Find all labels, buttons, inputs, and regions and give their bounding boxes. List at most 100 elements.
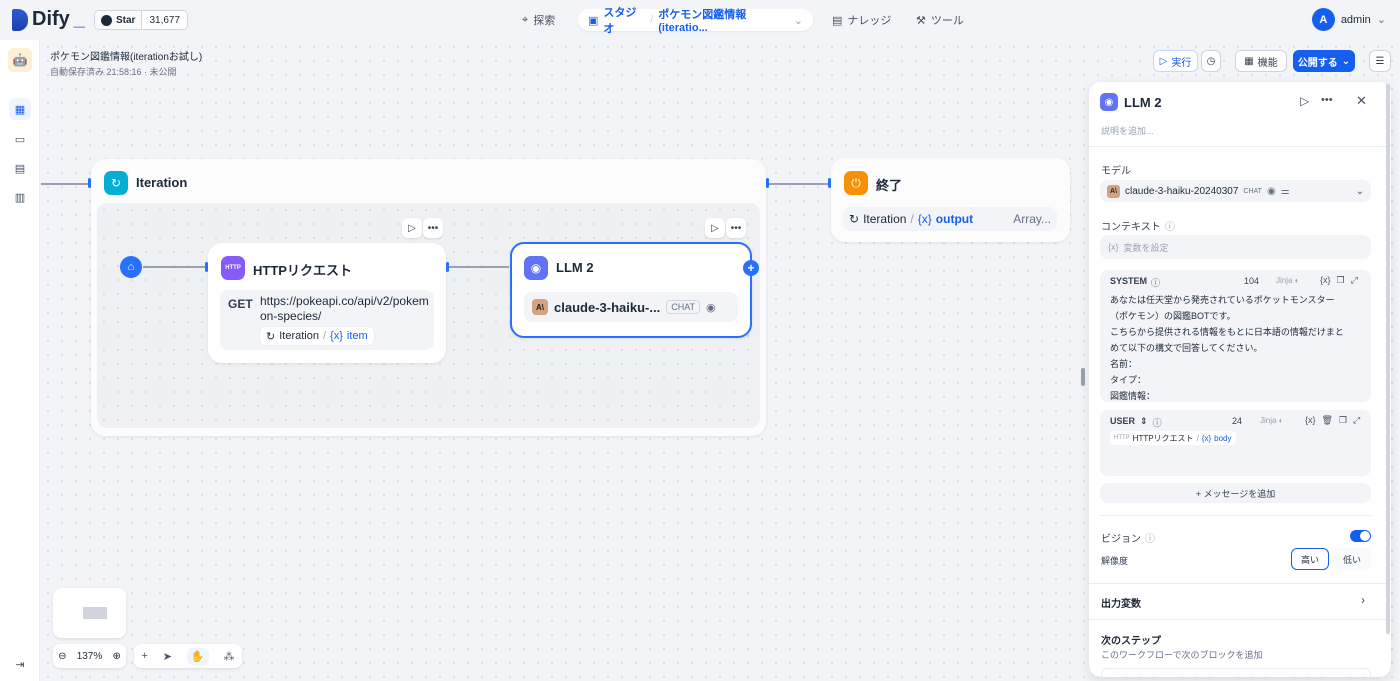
copy-icon[interactable]: ❐ (1337, 275, 1345, 286)
model-name: claude-3-haiku-20240307 (1125, 185, 1239, 197)
features-button[interactable]: ▦ 機能 (1235, 50, 1287, 72)
llm-model-name: claude-3-haiku-... (554, 299, 661, 315)
iteration-icon: ↻ (266, 330, 276, 343)
panel-title[interactable]: LLM 2 (1124, 95, 1162, 110)
user-char-count: 24 (1232, 416, 1243, 426)
minimap[interactable] (53, 588, 126, 638)
nav-studio[interactable]: ▣ スタジオ / ポケモン図鑑情報(iteratio... ⌄ (578, 6, 813, 35)
http-title: HTTPリクエスト (253, 263, 352, 278)
hand-icon[interactable]: ✋ (186, 647, 209, 665)
top-bar: Dify _ Star 31,677 ⌖ 探索 ▣ スタジオ / ポケモン図鑑情報(… (0, 0, 1400, 40)
panel-scrollbar[interactable] (1386, 84, 1390, 634)
nav-tools-label: ツール (930, 15, 964, 27)
run-button[interactable]: ▷ 実行 (1153, 50, 1198, 72)
next-step-description: このワークフローで次のブロックを追加 (1101, 650, 1263, 660)
http-node[interactable]: HTTP HTTPリクエスト GET https://pokeapi.co/ap… (208, 243, 446, 363)
copy-icon[interactable]: ❐ (1339, 415, 1347, 426)
github-star-button[interactable]: Star 31,677 (94, 10, 189, 30)
output-variables-header[interactable]: 出力変数 (1101, 595, 1141, 610)
user-prompt-editor[interactable]: USER ⇕ ⓘ 24 Jinja ◐ {x} 🗑 ❐ ⤢ HTTP HTTPリクエスト … (1100, 410, 1371, 476)
resolution-low-button[interactable]: 低い (1333, 548, 1371, 570)
context-header: コンテキスト ⓘ (1101, 218, 1175, 233)
variable-icon: {x} (1201, 433, 1212, 443)
more-icon: ••• (730, 222, 742, 234)
end-node[interactable]: ⏻ 終了 ↻ Iteration / {x} output Array... (831, 158, 1070, 242)
dify-logo[interactable]: Dify _ (12, 8, 85, 31)
variable-icon: {x} (330, 330, 343, 342)
model-label: モデル (1101, 166, 1131, 177)
publish-label: 公開する (1297, 57, 1338, 69)
vision-toggle[interactable] (1350, 530, 1371, 542)
system-label: SYSTEM (1110, 276, 1148, 286)
iteration-start-icon[interactable]: ⌂ (120, 256, 142, 278)
user-role-select[interactable]: USER (1110, 416, 1135, 429)
run-node-button[interactable]: ▷ (402, 218, 422, 238)
organize-icon[interactable]: ⁂ (224, 650, 235, 663)
variable-icon[interactable]: {x} (1305, 415, 1316, 426)
http-icon: HTTP (1114, 435, 1130, 441)
run-node-button[interactable]: ▷ (705, 218, 725, 238)
nav-explore-label: 探索 (533, 15, 556, 27)
jinja-toggle[interactable]: Jinja ◐ (1276, 276, 1300, 285)
nav-explore[interactable]: ⌖ 探索 (522, 9, 555, 31)
overview-icon[interactable]: ▥ (9, 186, 31, 208)
help-icon[interactable]: ⓘ (1153, 416, 1162, 429)
prompt-line: 図鑑情報： (1110, 391, 1156, 401)
var-type: Array... (1013, 212, 1051, 226)
expand-icon[interactable]: ⤢ (1351, 275, 1358, 286)
chevron-updown-icon[interactable]: ⇕ (1140, 416, 1148, 429)
app-breadcrumb[interactable]: ポケモン図鑑情報(iteratio... (658, 6, 789, 34)
zoom-in-icon[interactable]: ⊕ (112, 651, 120, 662)
node-handle[interactable] (446, 262, 449, 272)
description-input[interactable]: 説明を追加... (1101, 124, 1154, 137)
checklist-button[interactable]: ☰ (1369, 50, 1391, 72)
prompt-line: 名前： (1110, 359, 1138, 369)
expand-icon[interactable]: ⤢ (1353, 415, 1360, 426)
mode-badge: CHAT (666, 300, 701, 314)
zoom-level[interactable]: 137% (77, 651, 103, 662)
prompt-line: （ポケモン）の図鑑BOTです。 (1110, 311, 1236, 321)
add-message-button[interactable]: + メッセージを追加 (1100, 483, 1371, 503)
play-icon[interactable]: ▷ (1300, 94, 1309, 108)
nav-tools[interactable]: ⚒ ツール (916, 9, 964, 31)
jinja-toggle[interactable]: Jinja ◐ (1260, 416, 1284, 425)
add-next-node-icon[interactable]: + (743, 260, 759, 276)
system-prompt-editor[interactable]: SYSTEM ⓘ 104 Jinja ◐ {x} ❐ ⤢ あなたは任天堂から発売されて… (1100, 270, 1371, 402)
end-icon: ⏻ (844, 171, 868, 195)
zoom-out-icon[interactable]: ⊖ (58, 651, 66, 662)
settings-sliders-icon[interactable]: ⚌ (1281, 186, 1290, 197)
user-menu[interactable]: A admin ⌄ (1311, 8, 1386, 31)
trash-icon[interactable]: 🗑 (1322, 415, 1333, 426)
more-icon[interactable]: ••• (1321, 94, 1333, 106)
model-selector[interactable]: A\ claude-3-haiku-20240307 CHAT ◉ ⚌ ⌄ (1100, 180, 1371, 202)
variable-icon[interactable]: {x} (1320, 275, 1331, 286)
api-icon[interactable]: ▭ (9, 128, 31, 150)
more-button[interactable]: ••• (423, 218, 443, 238)
variable-chip: HTTP HTTPリクエスト / {x} body (1110, 431, 1236, 445)
chevron-down-icon[interactable]: ⌄ (794, 14, 803, 27)
context-variable-field[interactable]: {x} 変数を設定 (1100, 235, 1371, 259)
help-icon[interactable]: ⓘ (1145, 530, 1155, 545)
orchestrate-icon[interactable]: ▦ (9, 98, 31, 120)
help-icon[interactable]: ⓘ (1165, 218, 1175, 233)
chevron-right-icon[interactable]: › (1361, 593, 1365, 607)
expand-sidebar-icon[interactable]: ⇥ (9, 653, 31, 675)
panel-resize-handle[interactable] (1081, 368, 1085, 386)
studio-icon: ▣ (588, 14, 599, 27)
node-handle[interactable] (766, 178, 769, 188)
history-button[interactable]: ◷ (1201, 50, 1221, 72)
next-step-block[interactable] (1101, 668, 1371, 677)
help-icon[interactable]: ⓘ (1151, 276, 1160, 289)
nav-knowledge[interactable]: ▤ ナレッジ (832, 9, 891, 31)
more-button[interactable]: ••• (726, 218, 746, 238)
app-icon[interactable]: 🤖 (8, 48, 32, 72)
resolution-high-button[interactable]: 高い (1291, 548, 1329, 570)
publish-button[interactable]: 公開する ⌄ (1293, 50, 1355, 72)
close-icon[interactable]: ✕ (1356, 93, 1367, 109)
logs-icon[interactable]: ▤ (9, 157, 31, 179)
divider (1089, 583, 1391, 584)
add-node-icon[interactable]: + (141, 650, 147, 662)
pointer-icon[interactable]: ➤ (163, 650, 172, 663)
llm-node[interactable]: ◉ LLM 2 A\ claude-3-haiku-... CHAT ◉ (510, 242, 752, 338)
iteration-icon: ↻ (104, 171, 128, 195)
